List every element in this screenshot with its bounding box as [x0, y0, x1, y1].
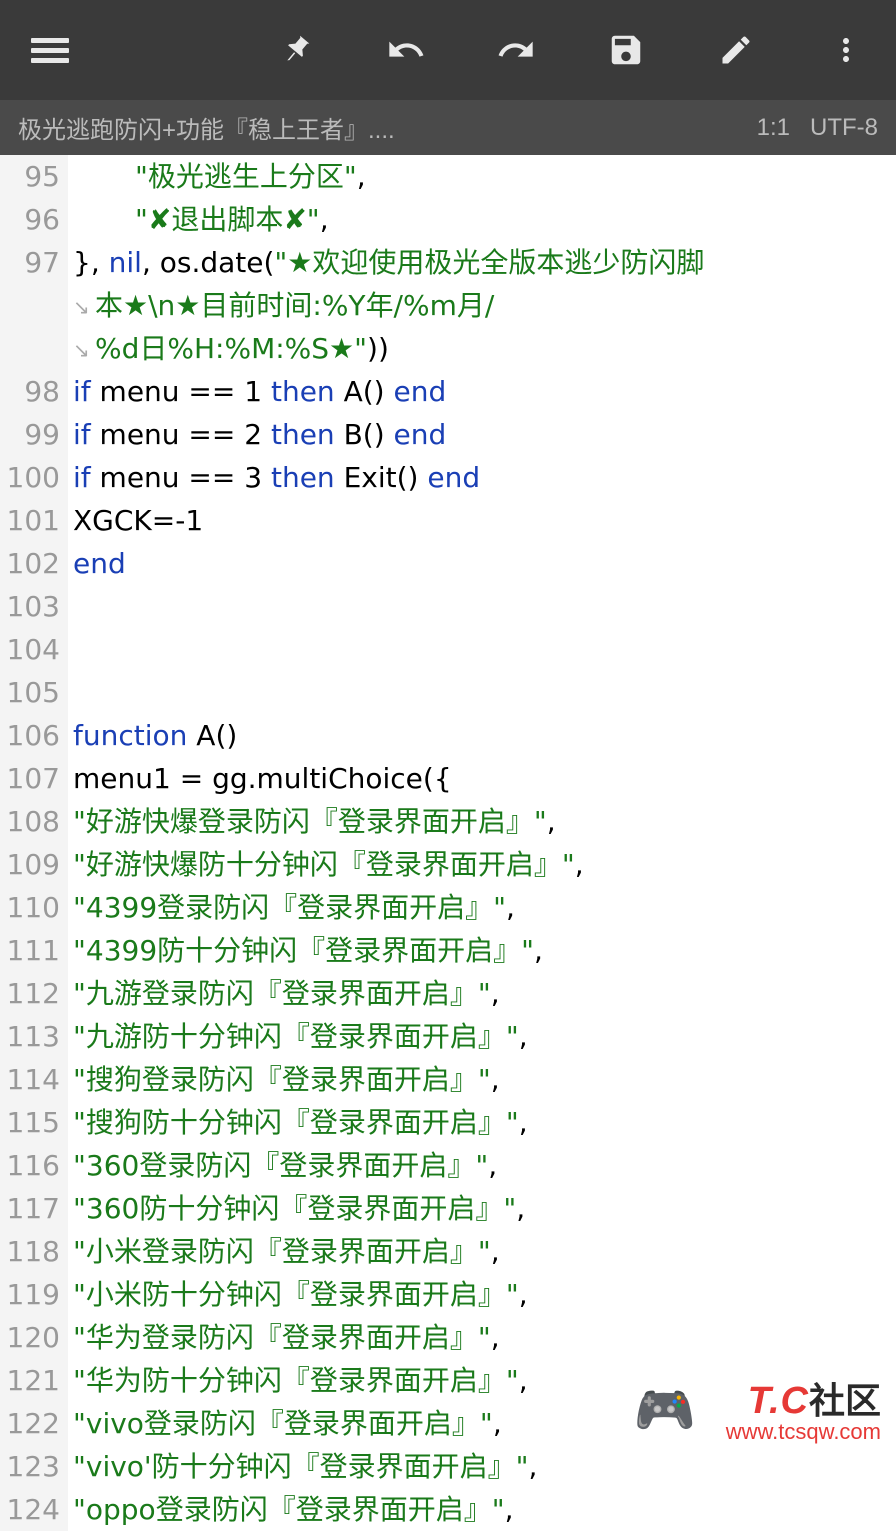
pin-icon[interactable] — [276, 30, 316, 70]
toolbar — [0, 0, 896, 100]
save-icon[interactable] — [606, 30, 646, 70]
code-editor[interactable]: 9596979899100101102103104105106107108109… — [0, 155, 896, 1531]
undo-icon[interactable] — [386, 30, 426, 70]
cursor-position: 1:1 — [757, 114, 790, 141]
code-content[interactable]: "极光逃生上分区","✘退出脚本✘",}, nil, os.date("★欢迎使… — [68, 155, 896, 1531]
encoding: UTF-8 — [810, 114, 878, 141]
more-icon[interactable] — [826, 30, 866, 70]
status-bar: 极光逃跑防闪+功能『稳上王者』.... 1:1 UTF-8 — [0, 100, 896, 155]
filename[interactable]: 极光逃跑防闪+功能『稳上王者』.... — [18, 110, 395, 145]
watermark-logo: 🎮 — [634, 1381, 696, 1440]
menu-icon[interactable] — [30, 30, 70, 70]
edit-icon[interactable] — [716, 30, 756, 70]
redo-icon[interactable] — [496, 30, 536, 70]
line-gutter: 9596979899100101102103104105106107108109… — [0, 155, 68, 1531]
watermark: T.C社区 www.tcsqw.com — [726, 1372, 881, 1445]
